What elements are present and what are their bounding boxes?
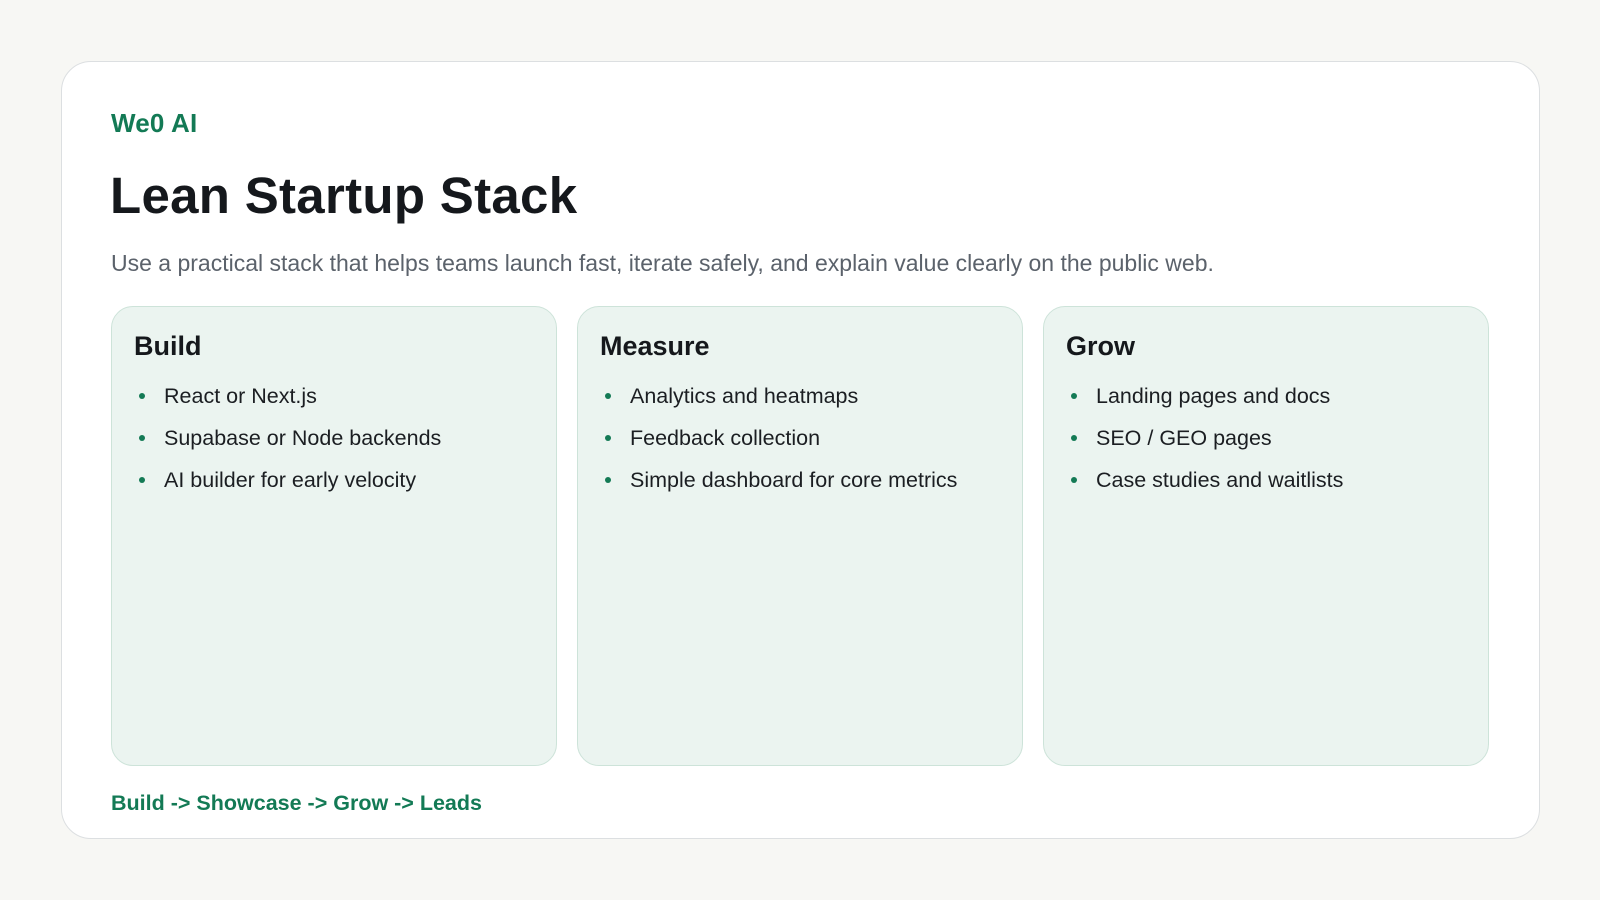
bullet-icon: [139, 435, 145, 441]
list-item-text: Supabase or Node backends: [164, 426, 442, 450]
card-grow: Grow Landing pages and docs SEO / GEO pa…: [1043, 306, 1489, 766]
list-item: Case studies and waitlists: [1066, 468, 1466, 492]
list-item-text: SEO / GEO pages: [1096, 426, 1272, 450]
card-list: Landing pages and docs SEO / GEO pages C…: [1066, 384, 1466, 492]
card-title: Measure: [600, 331, 710, 361]
list-item: Feedback collection: [600, 426, 1000, 450]
bullet-icon: [1071, 393, 1077, 399]
list-item-text: AI builder for early velocity: [164, 468, 417, 492]
card-list: Analytics and heatmaps Feedback collecti…: [600, 384, 1000, 492]
bullet-icon: [139, 477, 145, 483]
card-build: Build React or Next.js Supabase or Node …: [111, 306, 557, 766]
card-title: Grow: [1066, 331, 1136, 361]
brand-label: We0 AI: [111, 108, 198, 138]
list-item-text: Analytics and heatmaps: [630, 384, 859, 408]
card-list: React or Next.js Supabase or Node backen…: [134, 384, 534, 492]
list-item: React or Next.js: [134, 384, 534, 408]
list-item: Simple dashboard for core metrics: [600, 468, 1000, 492]
list-item: AI builder for early velocity: [134, 468, 534, 492]
list-item: Landing pages and docs: [1066, 384, 1466, 408]
slide-card: We0 AI Lean Startup Stack Use a practica…: [61, 61, 1540, 839]
list-item-text: Case studies and waitlists: [1096, 468, 1344, 492]
list-item: SEO / GEO pages: [1066, 426, 1466, 450]
stack-cards: Build React or Next.js Supabase or Node …: [111, 306, 1489, 766]
card-measure: Measure Analytics and heatmaps Feedback …: [577, 306, 1023, 766]
list-item-text: Simple dashboard for core metrics: [630, 468, 958, 492]
list-item-text: Feedback collection: [630, 426, 821, 450]
flow-summary: Build -> Showcase -> Grow -> Leads: [111, 791, 482, 815]
bullet-icon: [605, 435, 611, 441]
bullet-icon: [605, 393, 611, 399]
card-title: Build: [134, 331, 202, 361]
bullet-icon: [605, 477, 611, 483]
bullet-icon: [1071, 477, 1077, 483]
page-title: Lean Startup Stack: [110, 167, 578, 224]
page-subtitle: Use a practical stack that helps teams l…: [111, 250, 1214, 276]
bullet-icon: [139, 393, 145, 399]
bullet-icon: [1071, 435, 1077, 441]
list-item-text: React or Next.js: [164, 384, 317, 408]
list-item-text: Landing pages and docs: [1096, 384, 1331, 408]
list-item: Supabase or Node backends: [134, 426, 534, 450]
list-item: Analytics and heatmaps: [600, 384, 1000, 408]
